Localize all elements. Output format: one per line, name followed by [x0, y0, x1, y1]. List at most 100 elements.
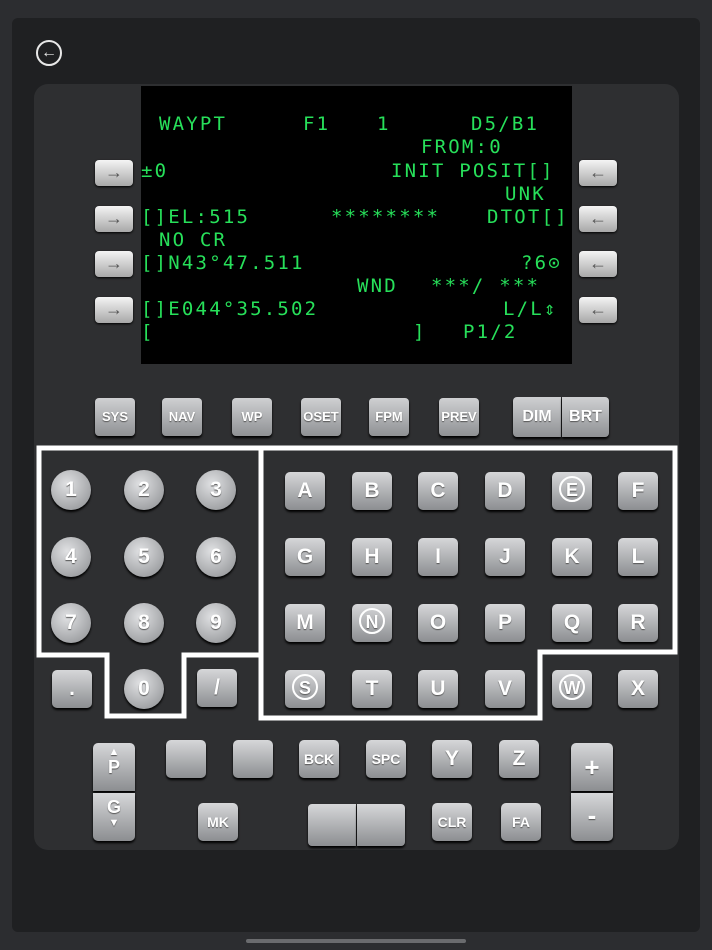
- bck-button[interactable]: BCK: [299, 740, 339, 778]
- letter-p-key[interactable]: P: [485, 604, 525, 642]
- letter-u-key[interactable]: U: [418, 670, 458, 708]
- key-label: L: [631, 545, 645, 568]
- minus-button[interactable]: -: [571, 793, 613, 841]
- key-label: P: [497, 611, 512, 634]
- letter-b-key[interactable]: B: [352, 472, 392, 510]
- letter-i-key[interactable]: I: [418, 538, 458, 576]
- key-label: D: [497, 479, 513, 502]
- key-label: X: [630, 677, 645, 700]
- letter-m-key[interactable]: M: [285, 604, 325, 642]
- mk-label: MK: [207, 814, 229, 830]
- page-up-button[interactable]: ▲ P: [93, 743, 135, 791]
- letter-x-key[interactable]: X: [618, 670, 658, 708]
- spc-label: SPC: [371, 751, 401, 767]
- key-label: N: [359, 608, 385, 635]
- key-label: E: [559, 476, 585, 503]
- y-label: Y: [444, 747, 459, 770]
- letter-k-key[interactable]: K: [552, 538, 592, 576]
- key-label: S: [292, 674, 318, 701]
- letter-f-key[interactable]: F: [618, 472, 658, 510]
- page-down-button[interactable]: G ▼: [93, 793, 135, 841]
- letter-v-key[interactable]: V: [485, 670, 525, 708]
- digit-8-key[interactable]: 8: [124, 603, 164, 643]
- key-label: R: [630, 611, 646, 634]
- letter-o-key[interactable]: O: [418, 604, 458, 642]
- key-label: J: [499, 545, 511, 568]
- letter-q-key[interactable]: Q: [552, 604, 592, 642]
- key-label: K: [564, 545, 580, 568]
- down-arrow-icon: ▼: [108, 817, 120, 829]
- key-label: O: [429, 611, 447, 634]
- key-label: F: [631, 479, 645, 502]
- bck-label: BCK: [303, 751, 335, 767]
- plus-label: +: [584, 752, 600, 782]
- z-key[interactable]: Z: [499, 740, 539, 778]
- letter-c-key[interactable]: C: [418, 472, 458, 510]
- key-label: .: [69, 677, 75, 700]
- digit-9-key[interactable]: 9: [196, 603, 236, 643]
- letter-w-key[interactable]: W: [552, 670, 592, 708]
- letter-a-key[interactable]: A: [285, 472, 325, 510]
- blank-key-1[interactable]: [166, 740, 206, 778]
- digit-2-key[interactable]: 2: [124, 470, 164, 510]
- mk-button[interactable]: MK: [198, 803, 238, 841]
- letter-r-key[interactable]: R: [618, 604, 658, 642]
- key-label: 0: [138, 677, 150, 700]
- key-label: 6: [210, 545, 222, 568]
- key-label: G: [296, 545, 314, 568]
- key-label: U: [430, 677, 446, 700]
- letter-h-key[interactable]: H: [352, 538, 392, 576]
- key-label: C: [430, 479, 446, 502]
- digit-3-key[interactable]: 3: [196, 470, 236, 510]
- key-label: 4: [65, 545, 77, 568]
- key-label: V: [497, 677, 512, 700]
- slash-key[interactable]: /: [197, 669, 237, 707]
- rocker-right-button[interactable]: [357, 804, 405, 846]
- key-label: I: [435, 545, 441, 568]
- clr-button[interactable]: CLR: [432, 803, 472, 841]
- blank-key-2[interactable]: [233, 740, 273, 778]
- letter-g-key[interactable]: G: [285, 538, 325, 576]
- fa-label: FA: [512, 814, 530, 830]
- letter-j-key[interactable]: J: [485, 538, 525, 576]
- minus-label: -: [587, 800, 597, 830]
- digit-6-key[interactable]: 6: [196, 537, 236, 577]
- key-label: 5: [138, 545, 150, 568]
- key-label: 7: [65, 611, 77, 634]
- letter-t-key[interactable]: T: [352, 670, 392, 708]
- key-label: B: [364, 479, 380, 502]
- letter-e-key[interactable]: E: [552, 472, 592, 510]
- page-up-label: P: [107, 757, 120, 777]
- letter-n-key[interactable]: N: [352, 604, 392, 642]
- key-label: H: [364, 545, 380, 568]
- digit-5-key[interactable]: 5: [124, 537, 164, 577]
- key-label: 8: [138, 611, 150, 634]
- digit-1-key[interactable]: 1: [51, 470, 91, 510]
- letter-s-key[interactable]: S: [285, 670, 325, 708]
- key-label: W: [559, 674, 585, 701]
- key-label: A: [297, 479, 313, 502]
- page-down-label: G: [106, 797, 121, 817]
- home-indicator[interactable]: [246, 939, 466, 943]
- z-label: Z: [512, 747, 526, 770]
- digit-4-key[interactable]: 4: [51, 537, 91, 577]
- plus-button[interactable]: +: [571, 743, 613, 791]
- fa-button[interactable]: FA: [501, 803, 541, 841]
- key-label: M: [296, 611, 314, 634]
- y-key[interactable]: Y: [432, 740, 472, 778]
- key-label: 3: [210, 478, 222, 501]
- clr-label: CLR: [437, 814, 467, 830]
- key-label: 9: [210, 611, 222, 634]
- letter-l-key[interactable]: L: [618, 538, 658, 576]
- letter-d-key[interactable]: D: [485, 472, 525, 510]
- decimal-point-key[interactable]: .: [52, 670, 92, 708]
- digit-7-key[interactable]: 7: [51, 603, 91, 643]
- digit-0-key[interactable]: 0: [124, 669, 164, 709]
- rocker-left-button[interactable]: [308, 804, 356, 846]
- key-label: 2: [138, 478, 150, 501]
- key-label: Q: [563, 611, 581, 634]
- key-label: 1: [65, 478, 77, 501]
- key-label: /: [214, 676, 220, 699]
- key-label: T: [365, 677, 379, 700]
- spc-button[interactable]: SPC: [366, 740, 406, 778]
